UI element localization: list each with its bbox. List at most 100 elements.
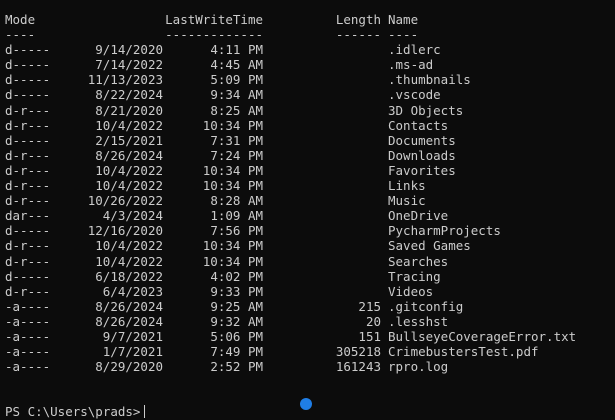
row-length: [263, 254, 381, 269]
row-length: [263, 284, 381, 299]
row-date: 6/4/2023: [102, 283, 163, 299]
row-date: 10/4/2022: [95, 117, 163, 133]
row-time: 4:11 PM: [210, 42, 263, 58]
underline-length: ------: [335, 27, 381, 43]
row-name: .gitconfig: [388, 298, 464, 314]
row-length: 161243: [335, 359, 381, 375]
row-name: Links: [388, 178, 426, 194]
listing-row: d-r--- 10/4/2022 10:34 PM Links: [5, 178, 615, 193]
listing-row: d----- 9/14/2020 4:11 PM .idlerc: [5, 42, 615, 57]
row-mode: -a----: [5, 328, 51, 344]
row-time: 7:24 PM: [210, 147, 263, 163]
row-date: 12/16/2020: [87, 223, 163, 239]
row-date: 9/14/2020: [95, 42, 163, 58]
row-name: Documents: [388, 132, 456, 148]
row-name: 3D Objects: [388, 102, 464, 118]
row-time: 1:09 AM: [210, 208, 263, 224]
row-mode: d-r---: [5, 147, 51, 163]
scroll-marker-icon: [300, 398, 312, 410]
row-name: Favorites: [388, 162, 456, 178]
row-date: 2/15/2021: [95, 132, 163, 148]
row-date: 9/7/2021: [102, 328, 163, 344]
row-name: Music: [388, 193, 426, 209]
row-mode: -a----: [5, 313, 51, 329]
row-length: [263, 57, 381, 72]
row-time: 2:52 PM: [210, 359, 263, 375]
row-date: 8/29/2020: [95, 359, 163, 375]
row-name: .idlerc: [388, 42, 441, 58]
row-mode: dar---: [5, 208, 51, 224]
row-mode: d-----: [5, 223, 51, 239]
row-time: 5:09 PM: [210, 72, 263, 88]
directory-listing: d----- 9/14/2020 4:11 PM .idlerc d----- 7/14/…: [5, 42, 615, 374]
header-mode: Mode: [5, 12, 36, 27]
listing-row: -a---- 8/26/2024 9:32 AM 20 .lesshst: [5, 314, 615, 329]
row-mode: d-----: [5, 57, 51, 73]
row-length: 215: [358, 298, 381, 314]
row-length: [263, 238, 381, 253]
row-time: 9:33 PM: [210, 283, 263, 299]
row-time: 7:49 PM: [210, 344, 263, 360]
listing-row: d----- 11/13/2023 5:09 PM .thumbnails: [5, 72, 615, 87]
row-mode: d-----: [5, 87, 51, 103]
row-name: CrimebustersTest.pdf: [388, 344, 539, 360]
row-mode: d-r---: [5, 193, 51, 209]
row-length: 305218: [335, 344, 381, 360]
row-length: [263, 208, 381, 223]
listing-row: d-r--- 10/4/2022 10:34 PM Searches: [5, 254, 615, 269]
row-mode: d-r---: [5, 283, 51, 299]
row-time: 9:34 AM: [210, 87, 263, 103]
terminal-window[interactable]: Mode LastWriteTime Length Name ---- ----…: [0, 0, 615, 420]
row-date: 10/26/2022: [87, 193, 163, 209]
row-name: .lesshst: [388, 313, 449, 329]
row-length: [263, 103, 381, 118]
row-time: 10:34 PM: [202, 253, 263, 269]
listing-row: d----- 7/14/2022 4:45 AM .ms-ad: [5, 57, 615, 72]
row-time: 9:25 AM: [210, 298, 263, 314]
row-name: Contacts: [388, 117, 449, 133]
underline-mode: ----: [5, 27, 36, 43]
header-row: Mode LastWriteTime Length Name: [5, 12, 615, 27]
prompt-line[interactable]: PS C:\Users\prads>: [5, 404, 146, 419]
row-mode: -a----: [5, 298, 51, 314]
listing-row: -a---- 9/7/2021 5:06 PM 151 BullseyeCoverage…: [5, 329, 615, 344]
row-date: 8/21/2020: [95, 102, 163, 118]
row-time: 10:34 PM: [202, 178, 263, 194]
header-name: Name: [388, 12, 419, 27]
row-date: 10/4/2022: [95, 178, 163, 194]
row-time: 8:25 AM: [210, 102, 263, 118]
row-time: 7:31 PM: [210, 132, 263, 148]
listing-row: d-r--- 8/21/2020 8:25 AM 3D Objects: [5, 103, 615, 118]
row-date: 1/7/2021: [102, 344, 163, 360]
row-length: 151: [358, 328, 381, 344]
row-length: [263, 163, 381, 178]
underline-name: ----: [388, 27, 419, 43]
listing-row: d----- 2/15/2021 7:31 PM Documents: [5, 133, 615, 148]
row-mode: d-r---: [5, 102, 51, 118]
row-date: 10/4/2022: [95, 238, 163, 254]
row-length: [263, 87, 381, 102]
row-time: 9:32 AM: [210, 313, 263, 329]
row-date: 11/13/2023: [87, 72, 163, 88]
row-length: 20: [365, 313, 381, 329]
row-time: 10:34 PM: [202, 117, 263, 133]
row-mode: d-r---: [5, 117, 51, 133]
header-underline-row: ---- ------------- ------ ----: [5, 27, 615, 42]
listing-row: -a---- 1/7/2021 7:49 PM 305218 CrimebustersT…: [5, 344, 615, 359]
listing-row: d----- 8/22/2024 9:34 AM .vscode: [5, 87, 615, 102]
listing-row: d-r--- 10/4/2022 10:34 PM Favorites: [5, 163, 615, 178]
row-time: 8:28 AM: [210, 193, 263, 209]
row-name: Tracing: [388, 268, 441, 284]
row-mode: d-----: [5, 42, 51, 58]
row-time: 10:34 PM: [202, 162, 263, 178]
row-date: 6/18/2022: [95, 268, 163, 284]
listing-row: d-r--- 10/4/2022 10:34 PM Contacts: [5, 118, 615, 133]
row-length: [263, 178, 381, 193]
listing-row: d----- 6/18/2022 4:02 PM Tracing: [5, 269, 615, 284]
row-length: [263, 42, 381, 57]
row-mode: d-r---: [5, 178, 51, 194]
row-mode: d-----: [5, 72, 51, 88]
listing-row: d-r--- 10/4/2022 10:34 PM Saved Games: [5, 238, 615, 253]
row-name: .vscode: [388, 87, 441, 103]
row-mode: d-r---: [5, 238, 51, 254]
